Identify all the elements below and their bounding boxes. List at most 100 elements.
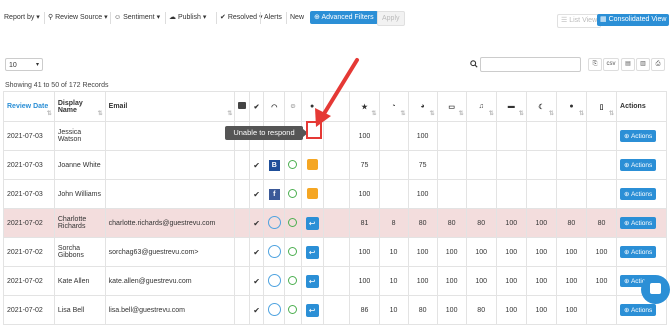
reply-icon[interactable]: ↩ [305, 245, 319, 259]
table-row: 2021-07-02 Kate Allen kate.allen@guestrevu… [3, 266, 667, 296]
display-name-header[interactable]: Display Name ⇅ [53, 91, 106, 122]
search-input[interactable] [480, 57, 581, 72]
sleep-col-header[interactable]: ☾ ⇅ [525, 91, 557, 122]
actions-button[interactable]: ⊕ Actions [620, 159, 657, 171]
table-row: 2021-07-02 Lisa Bell lisa.bell@guestrevu.c… [3, 295, 667, 325]
actions-button[interactable]: ⊕ Actions [620, 188, 657, 200]
resolved-cell: ✔ [248, 179, 265, 209]
review-date-header[interactable]: Review Date ⇅ [3, 91, 55, 122]
score-cell [555, 121, 587, 151]
publish-col-header [234, 91, 250, 122]
email-cell: lisa.bell@guestrevu.com [104, 295, 236, 325]
new-filter[interactable]: New [290, 12, 304, 24]
check-icon: ✔ [253, 160, 260, 170]
consolidated-view-button[interactable]: ▦ Consolidated View [597, 14, 670, 26]
score-cell: 100 [525, 237, 557, 267]
review-date-cell: 2021-07-02 [3, 237, 55, 267]
note-icon[interactable] [306, 187, 318, 199]
score-cell [525, 150, 557, 180]
sentiment-cell [284, 237, 302, 267]
email-cell [104, 121, 236, 151]
table-row: 2021-07-03 Joanne White ✔ B 75 75 ⊕ Actions [3, 150, 667, 180]
score-cell [436, 121, 467, 151]
score-cell: 100 [465, 266, 497, 296]
cloud-icon [238, 102, 247, 109]
score-cell: 75 [407, 150, 438, 180]
score-cell: 100 [495, 266, 527, 296]
actions-button[interactable]: ⊕ Actions [620, 217, 657, 229]
location-col-header[interactable]: ▯ ⇅ [585, 91, 618, 122]
actions-button[interactable]: ⊕ Actions [620, 130, 657, 142]
check-icon: ✔ [253, 189, 260, 199]
table-row: 2021-07-02 Sorcha Gibbons sorchag63@guestr… [3, 237, 667, 267]
copy-button[interactable]: ⎘ [588, 58, 602, 71]
empty-cell [322, 150, 351, 180]
note-icon[interactable] [306, 158, 318, 170]
excel-button[interactable]: ▤ [621, 58, 635, 71]
score-cell: 80 [465, 295, 497, 325]
response-col-header: ● [300, 91, 324, 122]
review-source-dropdown[interactable]: ⚲ Review Source ▾ [48, 12, 108, 24]
check-icon: ✔ [253, 305, 260, 315]
score-cell: 100 [525, 266, 557, 296]
sort-icon: ⇅ [46, 111, 52, 117]
csv-button[interactable]: csv [603, 58, 619, 71]
service-col-header[interactable]: ♫ ⇅ [465, 91, 497, 122]
score-cell: 100 [525, 208, 557, 238]
score-cell: 80 [436, 208, 467, 238]
report-by-dropdown[interactable]: Report by ▾ [4, 12, 40, 24]
score-cell: 80 [407, 295, 438, 325]
table-row: 2021-07-02 Charlotte Richards charlotte.ri… [3, 208, 667, 238]
apply-button[interactable]: Apply [377, 11, 405, 26]
check-icon: ✔ [253, 276, 260, 286]
score-col-header[interactable]: ◔ ⇅ [378, 91, 409, 122]
chat-widget-button[interactable] [641, 275, 670, 304]
source-cell [263, 295, 286, 325]
advanced-filters-button[interactable]: ⊕ Advanced Filters [310, 11, 378, 24]
reply-icon[interactable]: ↩ [305, 303, 319, 317]
cleanliness-col-header[interactable]: ● ⇅ [555, 91, 587, 122]
rooms-col-header[interactable]: ▬ ⇅ [495, 91, 527, 122]
review-date-cell: 2021-07-03 [3, 179, 55, 209]
page-size-select[interactable]: 10 ▾ [5, 58, 43, 71]
print-button[interactable]: ⎙ [651, 58, 665, 71]
toolbar-divider [286, 12, 287, 24]
list-view-button[interactable]: ☰ List View [557, 14, 602, 28]
value-col-header[interactable]: ▭ ⇅ [436, 91, 467, 122]
email-cell [104, 179, 236, 209]
score-cell: 100 [349, 266, 380, 296]
actions-button[interactable]: ⊕ Actions [620, 246, 657, 258]
resolved-col-header: ✔ [248, 91, 265, 122]
empty-cell [322, 266, 351, 296]
publish-dropdown[interactable]: ☁ Publish ▾ [169, 12, 206, 24]
reviews-table: Review Date ⇅ Display Name ⇅ Email ⇅ ✔ ◠ ☺ … [3, 91, 667, 325]
unable-to-respond-tooltip: Unable to respond [225, 126, 308, 140]
resolved-cell: ✔ [248, 266, 265, 296]
reply-icon[interactable]: ↩ [305, 216, 319, 230]
toolbar-divider [216, 12, 217, 24]
reply-icon[interactable]: ↩ [305, 274, 319, 288]
positive-sentiment-icon [288, 217, 298, 227]
comment-icon: ● [309, 103, 315, 110]
empty-cell [322, 237, 351, 267]
drop-icon: ● [569, 103, 574, 110]
actions-button[interactable]: ⊕ Actions [620, 304, 657, 316]
sort-icon: ⇅ [429, 111, 435, 117]
overall-col-header[interactable]: ◕ ⇅ [407, 91, 438, 122]
pdf-button[interactable]: ▥ [636, 58, 650, 71]
email-header[interactable]: Email ⇅ [104, 91, 236, 122]
score-cell: 100 [407, 179, 438, 209]
email-cell: sorchag63@guestrevu.com> [104, 237, 236, 267]
publish-cell [234, 150, 250, 180]
resolved-cell: ✔ [248, 295, 265, 325]
sort-icon: ⇅ [97, 111, 103, 117]
resolved-dropdown[interactable]: ✔ Resolved ▾ [220, 12, 262, 24]
publish-cell [234, 179, 250, 209]
alerts-filter[interactable]: Alerts [264, 12, 282, 24]
sentiment-dropdown[interactable]: ☺ Sentiment ▾ [114, 12, 160, 24]
empty-cell [322, 121, 351, 151]
rating-col-header[interactable]: ★ ⇅ [349, 91, 380, 122]
score-cell: 100 [525, 295, 557, 325]
score-cell: 100 [555, 266, 587, 296]
publish-cell [234, 295, 250, 325]
